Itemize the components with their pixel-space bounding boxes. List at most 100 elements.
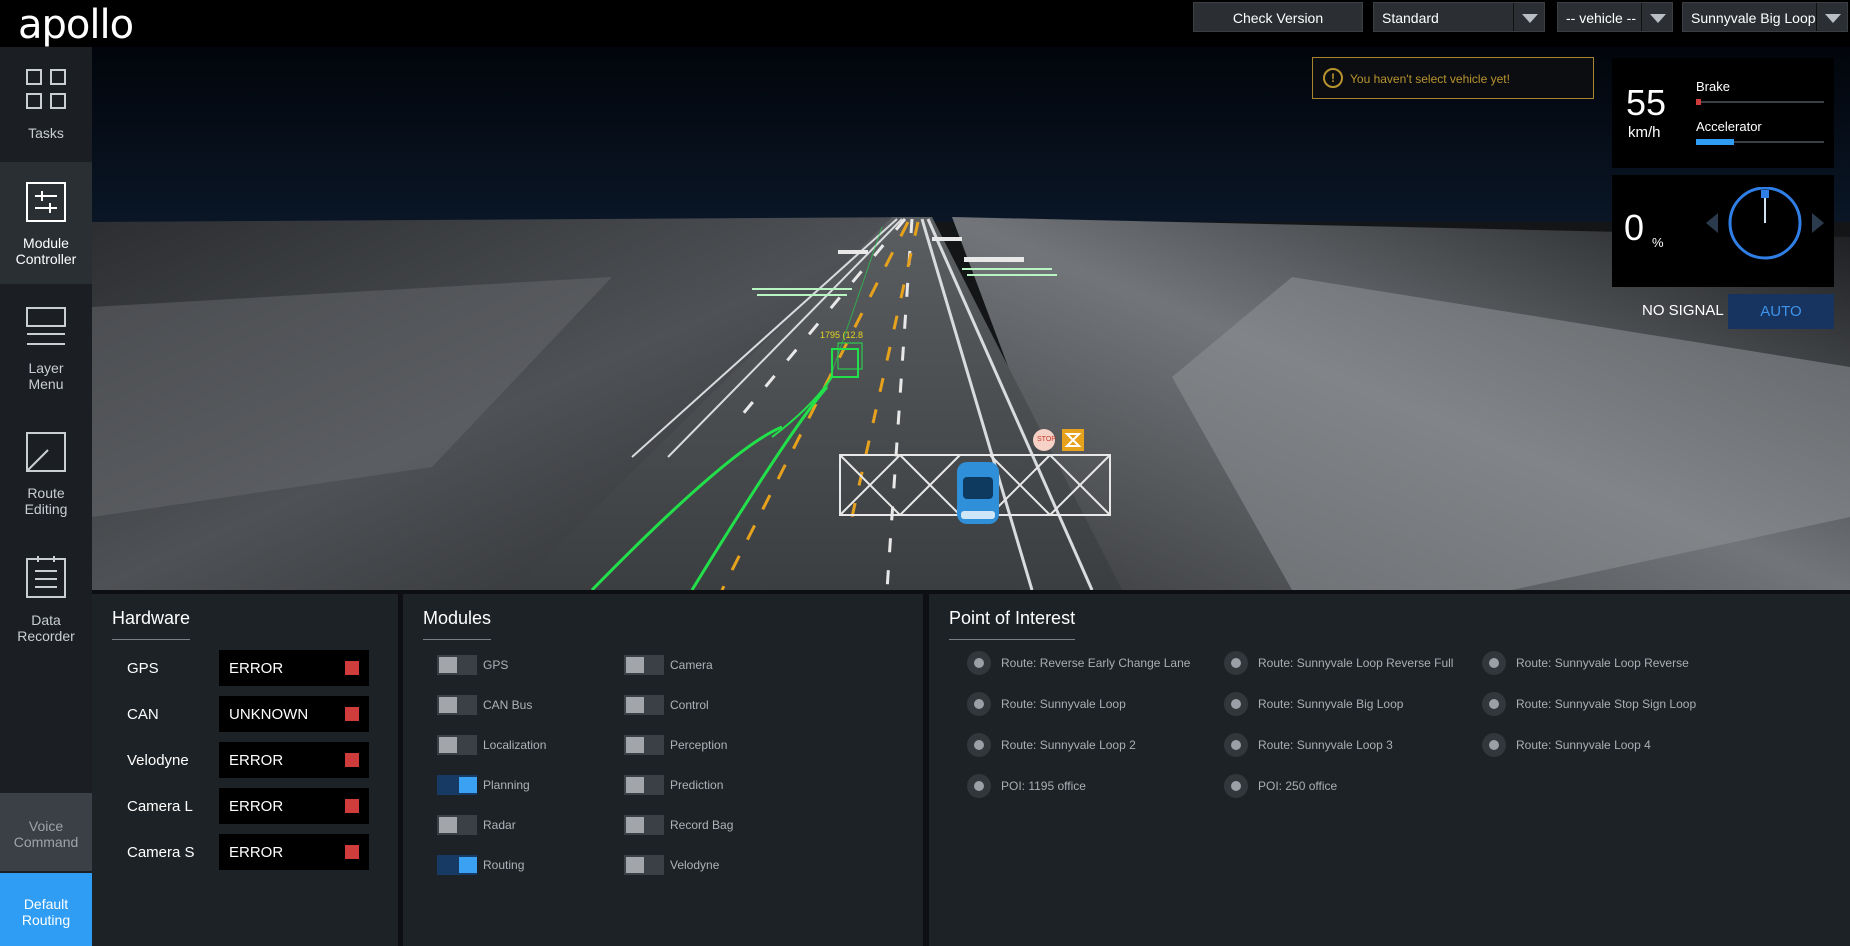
module-label: Routing bbox=[483, 858, 525, 872]
module-toggle-switch[interactable] bbox=[437, 775, 477, 795]
sidebar-item-layer-menu[interactable]: Layer Menu bbox=[0, 287, 92, 409]
poi-label: Route: Sunnyvale Loop Reverse Full bbox=[1258, 656, 1454, 670]
sidebar-item-label: Editing bbox=[24, 501, 68, 517]
steering-value: 0 bbox=[1624, 207, 1645, 248]
check-version-label: Check Version bbox=[1232, 10, 1324, 26]
default-routing-button[interactable]: Default Routing bbox=[0, 873, 92, 946]
toggle-knob bbox=[626, 737, 644, 753]
vehicle-select-value: -- vehicle -- bbox=[1566, 10, 1637, 26]
hardware-row-can: CAN UNKNOWN bbox=[92, 696, 372, 732]
sidebar: Tasks Module Controller Layer Menu Route… bbox=[0, 47, 92, 946]
sidebar-item-label: Route bbox=[27, 485, 65, 501]
hardware-name: Camera L bbox=[127, 798, 193, 815]
hardware-name: Camera S bbox=[127, 844, 195, 861]
vehicle-select[interactable]: -- vehicle -- bbox=[1557, 2, 1673, 32]
module-toggle-switch[interactable] bbox=[624, 855, 664, 875]
toggle-knob bbox=[626, 857, 644, 873]
hardware-row-camera-s: Camera S ERROR bbox=[92, 834, 372, 870]
hardware-status: ERROR bbox=[229, 660, 284, 677]
obstacle-id-label: 1795 (12.8 bbox=[820, 330, 864, 340]
radio-icon[interactable] bbox=[967, 774, 991, 798]
hardware-panel: Hardware GPS ERROR CAN UNKNOWN Velodyne … bbox=[92, 594, 398, 946]
modules-panel: Modules GPS CAN Bus Localization Planning Ra… bbox=[403, 594, 923, 946]
status-indicator bbox=[345, 707, 359, 721]
status-indicator bbox=[345, 753, 359, 767]
module-label: Localization bbox=[483, 738, 547, 752]
accelerator-bar bbox=[1696, 139, 1824, 145]
hardware-name: CAN bbox=[127, 706, 159, 723]
radio-icon[interactable] bbox=[1224, 774, 1248, 798]
radio-icon[interactable] bbox=[967, 733, 991, 757]
sidebar-item-route-editing[interactable]: Route Editing bbox=[0, 412, 92, 534]
module-toggle-switch[interactable] bbox=[624, 695, 664, 715]
module-controller-icon bbox=[26, 182, 66, 222]
stop-sign-label: STOP bbox=[1037, 436, 1056, 443]
sidebar-item-label: Layer bbox=[28, 360, 64, 376]
module-toggle-switch[interactable] bbox=[624, 815, 664, 835]
module-toggle-switch[interactable] bbox=[624, 735, 664, 755]
hardware-status: UNKNOWN bbox=[229, 706, 309, 723]
warning-text: You haven't select vehicle yet! bbox=[1350, 72, 1510, 86]
radio-icon[interactable] bbox=[1224, 733, 1248, 757]
sidebar-item-data-recorder[interactable]: Data Recorder bbox=[0, 537, 92, 659]
voice-command-label: Voice bbox=[28, 818, 64, 834]
module-toggle-switch[interactable] bbox=[437, 855, 477, 875]
toggle-knob bbox=[439, 737, 457, 753]
steering-unit: % bbox=[1652, 235, 1664, 250]
status-indicator bbox=[345, 845, 359, 859]
voice-command-label: Command bbox=[13, 834, 79, 850]
turn-signal-status: NO SIGNAL bbox=[1642, 302, 1724, 319]
sidebar-item-label: Module bbox=[23, 235, 69, 251]
hardware-status: ERROR bbox=[229, 798, 284, 815]
poi-label: Route: Sunnyvale Loop 2 bbox=[1001, 738, 1136, 752]
poi-label: POI: 1195 office bbox=[1001, 779, 1086, 793]
module-toggle-switch[interactable] bbox=[437, 655, 477, 675]
radio-icon[interactable] bbox=[1482, 692, 1506, 716]
sidebar-item-tasks[interactable]: Tasks bbox=[0, 47, 92, 169]
radio-icon[interactable] bbox=[1224, 692, 1248, 716]
radio-icon[interactable] bbox=[967, 651, 991, 675]
module-toggle-switch[interactable] bbox=[437, 695, 477, 715]
chevron-down-icon bbox=[1825, 14, 1841, 23]
steering-panel: 0 % bbox=[1612, 175, 1834, 287]
module-toggle-switch[interactable] bbox=[437, 735, 477, 755]
radio-icon[interactable] bbox=[1224, 651, 1248, 675]
hardware-status: ERROR bbox=[229, 752, 284, 769]
top-bar: apollo Check Version Standard -- vehicle… bbox=[0, 0, 1850, 48]
hardware-row-velodyne: Velodyne ERROR bbox=[92, 742, 372, 778]
check-version-button[interactable]: Check Version bbox=[1193, 2, 1363, 32]
radio-icon[interactable] bbox=[1482, 651, 1506, 675]
mode-select[interactable]: Standard bbox=[1373, 2, 1545, 32]
poi-label: Route: Reverse Early Change Lane bbox=[1001, 656, 1191, 670]
hardware-title: Hardware bbox=[112, 608, 191, 640]
warning-icon: ! bbox=[1323, 68, 1343, 88]
module-toggle-switch[interactable] bbox=[624, 775, 664, 795]
sidebar-item-module-controller[interactable]: Module Controller bbox=[0, 162, 92, 284]
map-select-value: Sunnyvale Big Loop bbox=[1691, 10, 1816, 26]
voice-command-button[interactable]: Voice Command bbox=[0, 793, 92, 871]
tasks-grid-icon bbox=[26, 69, 66, 109]
drive-mode-button[interactable]: AUTO bbox=[1728, 294, 1834, 329]
module-label: Record Bag bbox=[670, 818, 734, 832]
speed-panel: 55 km/h Brake Accelerator bbox=[1612, 58, 1834, 168]
status-indicator bbox=[345, 799, 359, 813]
module-toggle-switch[interactable] bbox=[624, 655, 664, 675]
status-indicator bbox=[345, 661, 359, 675]
poi-label: Route: Sunnyvale Big Loop bbox=[1258, 697, 1404, 711]
map-select[interactable]: Sunnyvale Big Loop bbox=[1682, 2, 1848, 32]
default-routing-label: Default bbox=[23, 896, 69, 912]
driving-scene[interactable] bbox=[92, 47, 1850, 590]
hardware-status-box: ERROR bbox=[219, 788, 369, 824]
scene-viewport[interactable]: 1795 (12.8 STOP bbox=[92, 47, 1850, 590]
radio-icon[interactable] bbox=[967, 692, 991, 716]
sidebar-item-label: Tasks bbox=[28, 125, 64, 141]
brake-label: Brake bbox=[1696, 79, 1730, 94]
hardware-name: GPS bbox=[127, 660, 159, 677]
ego-vehicle bbox=[957, 462, 999, 524]
module-toggle-switch[interactable] bbox=[437, 815, 477, 835]
mode-select-value: Standard bbox=[1382, 10, 1439, 26]
toggle-knob bbox=[459, 857, 477, 873]
radio-icon[interactable] bbox=[1482, 733, 1506, 757]
hardware-row-camera-l: Camera L ERROR bbox=[92, 788, 372, 824]
poi-label: Route: Sunnyvale Loop 3 bbox=[1258, 738, 1393, 752]
